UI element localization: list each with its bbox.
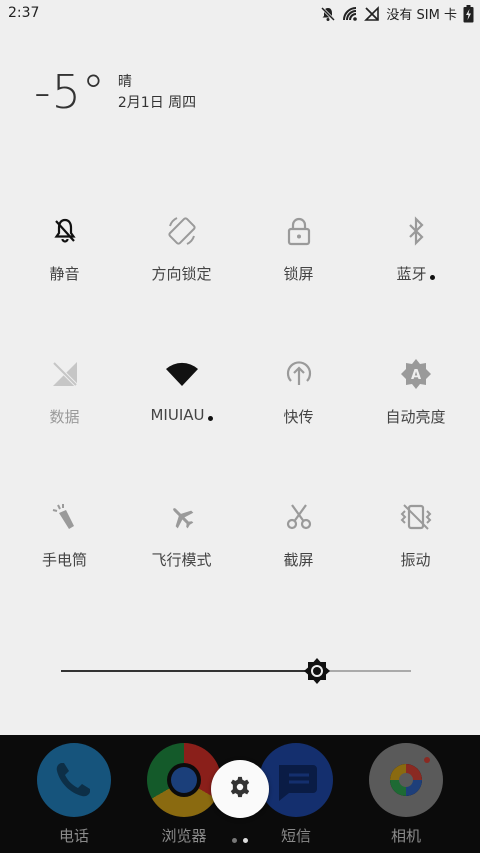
app-label: 浏览器 xyxy=(161,827,207,845)
tile-quick-transfer[interactable]: 快传 xyxy=(240,356,357,446)
phone-icon xyxy=(37,743,111,817)
quick-transfer-icon xyxy=(284,359,314,393)
status-bar: 2:37 没有 SIM 卡 xyxy=(0,0,480,28)
battery-charging-icon xyxy=(463,4,474,23)
camera-icon xyxy=(369,743,443,817)
tile-label: 振动 xyxy=(400,551,431,569)
tile-screenshot[interactable]: 截屏 xyxy=(240,499,357,589)
tile-airplane[interactable]: 飞行模式 xyxy=(123,499,240,589)
app-label: 相机 xyxy=(390,827,421,845)
weather-condition: 晴 xyxy=(117,74,132,90)
browser-icon xyxy=(147,743,221,817)
brightness-thumb[interactable] xyxy=(303,657,331,685)
lock-icon xyxy=(286,216,312,250)
status-icons: 没有 SIM 卡 xyxy=(320,4,474,23)
wifi-icon xyxy=(165,361,199,391)
tile-label: 自动亮度 xyxy=(385,408,446,426)
tile-label: 数据 xyxy=(49,408,80,426)
bluetooth-icon xyxy=(404,216,428,250)
svg-text:A: A xyxy=(410,368,420,383)
tile-lock-screen[interactable]: 锁屏 xyxy=(240,213,357,303)
airplane-icon xyxy=(167,502,197,536)
rotation-lock-icon xyxy=(165,214,199,252)
tile-silent[interactable]: 静音 xyxy=(6,213,123,303)
tile-label: 方向锁定 xyxy=(151,265,212,283)
gear-icon xyxy=(229,776,251,802)
temperature: -5° xyxy=(34,65,106,119)
app-camera[interactable]: 相机 xyxy=(368,743,444,846)
tile-label: 锁屏 xyxy=(283,265,314,283)
silent-icon xyxy=(51,217,79,249)
no-signal-icon xyxy=(364,5,380,22)
tile-mobile-data[interactable]: 数据 xyxy=(6,356,123,446)
brightness-track-empty xyxy=(317,670,411,672)
tile-vibrate[interactable]: 振动 xyxy=(357,499,474,589)
page-dot-current xyxy=(243,838,248,843)
tile-label: 截屏 xyxy=(283,551,314,569)
carrier-text: 没有 SIM 卡 xyxy=(386,8,457,23)
wifi-calling-icon xyxy=(342,6,358,22)
tile-bluetooth[interactable]: 蓝牙 xyxy=(357,213,474,303)
scissors-icon xyxy=(284,502,314,536)
app-phone[interactable]: 电话 xyxy=(36,743,112,846)
tile-rotation-lock[interactable]: 方向锁定 xyxy=(123,213,240,303)
vibrate-icon xyxy=(399,502,433,536)
app-label: 电话 xyxy=(58,827,89,845)
messages-icon xyxy=(259,743,333,817)
tile-label: 静音 xyxy=(49,265,80,283)
app-label: 短信 xyxy=(280,827,311,845)
brightness-slider[interactable] xyxy=(61,655,411,687)
brightness-icon xyxy=(303,658,331,689)
auto-brightness-icon: A xyxy=(400,358,432,394)
flashlight-icon xyxy=(50,502,80,536)
bell-off-icon xyxy=(320,6,336,22)
tile-label: 飞行模式 xyxy=(151,551,212,569)
tile-auto-brightness[interactable]: A 自动亮度 xyxy=(357,356,474,446)
tile-label: 手电筒 xyxy=(41,551,87,569)
mobile-data-icon xyxy=(50,359,80,393)
weather-widget[interactable]: -5° 晴 2月1日 周四 xyxy=(34,66,196,118)
settings-button[interactable] xyxy=(211,760,269,818)
tile-wifi[interactable]: MIUIAU xyxy=(123,356,240,446)
app-messages[interactable]: 短信 xyxy=(258,743,334,846)
weather-date: 2月1日 周四 xyxy=(117,95,197,111)
tile-flashlight[interactable]: 手电筒 xyxy=(6,499,123,589)
page-dot xyxy=(232,838,237,843)
tile-label: MIUIAU xyxy=(123,406,240,424)
tile-label: 蓝牙 xyxy=(357,263,474,284)
brightness-track-filled xyxy=(61,670,317,672)
tile-label: 快传 xyxy=(283,408,314,426)
page-indicator xyxy=(232,838,248,843)
status-time: 2:37 xyxy=(8,5,40,21)
